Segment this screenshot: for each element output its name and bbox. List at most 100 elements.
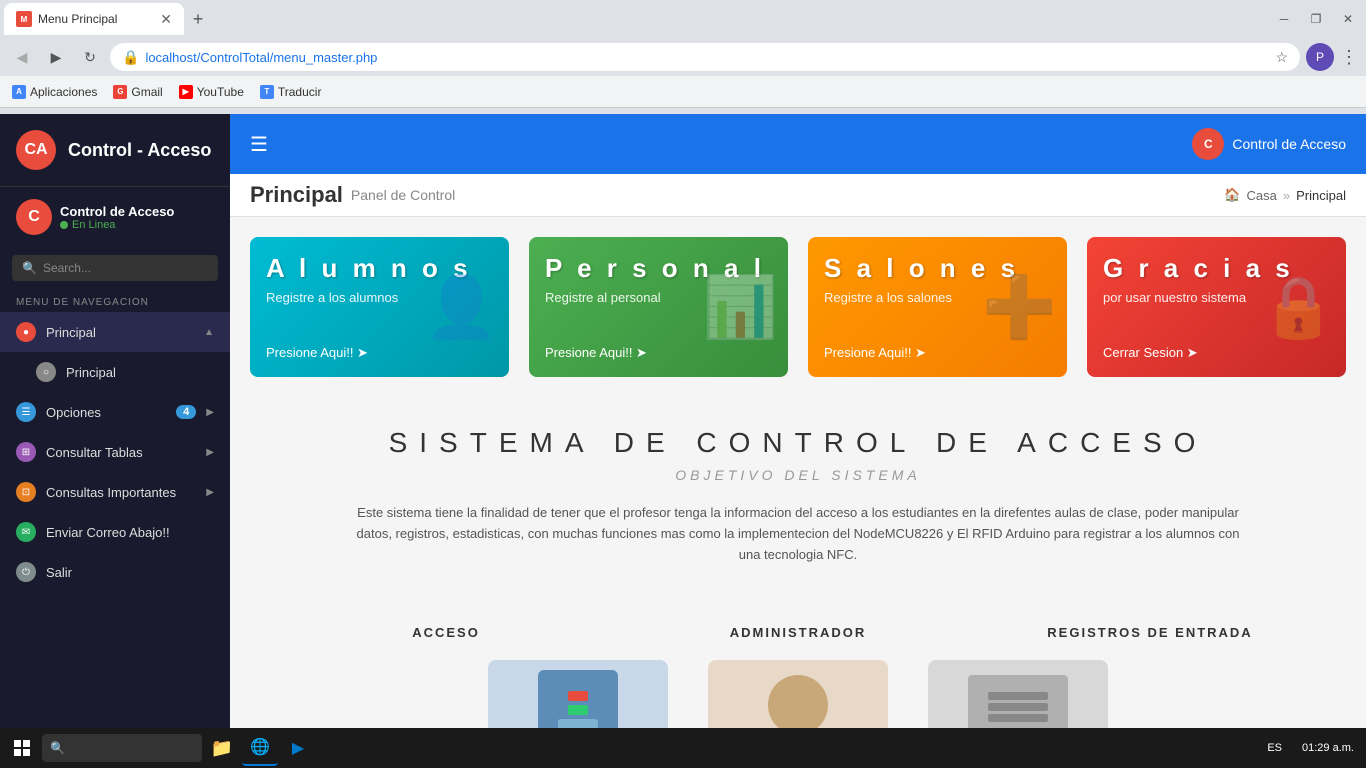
- card-gracias-action[interactable]: Cerrar Sesion ➤: [1103, 345, 1330, 361]
- sidebar-item-correo[interactable]: ✉ Enviar Correo Abajo!!: [0, 512, 230, 552]
- status-badge: En Linea: [60, 219, 214, 231]
- browser-chrome: M Menu Principal ✕ + ─ ❐ ✕ ◀ ▶ ↻ 🔒 local…: [0, 0, 1366, 114]
- more-options-button[interactable]: ⋮: [1340, 47, 1358, 68]
- sidebar-search: 🔍: [0, 247, 230, 289]
- hamburger-button[interactable]: ☰: [250, 132, 268, 157]
- bookmarks-bar: A Aplicaciones G Gmail ▶ YouTube T Tradu…: [0, 76, 1366, 108]
- back-button[interactable]: ◀: [8, 43, 36, 71]
- device-led-green: [568, 705, 588, 715]
- system-subtitle: OBJETIVO DEL SISTEMA: [270, 467, 1326, 483]
- profile-button[interactable]: P: [1306, 43, 1334, 71]
- sidebar-item-opciones[interactable]: ☰ Opciones 4 ▶: [0, 392, 230, 432]
- consultar-chevron-icon: ▶: [206, 447, 214, 458]
- card-salones-action[interactable]: Presione Aqui!! ➤: [824, 345, 1051, 361]
- windows-icon: [14, 740, 30, 756]
- bookmark-gmail[interactable]: G Gmail: [113, 85, 162, 99]
- breadcrumb-separator: »: [1283, 188, 1290, 203]
- sidebar-item-principal-parent[interactable]: ● Principal ▲: [0, 312, 230, 352]
- label-acceso: ACCESO: [270, 625, 622, 640]
- youtube-label: YouTube: [197, 85, 244, 99]
- opciones-badge: 4: [176, 405, 196, 419]
- aplicaciones-icon: A: [12, 85, 26, 99]
- breadcrumb-home-label: Casa: [1247, 188, 1277, 203]
- card-personal-action[interactable]: Presione Aqui!! ➤: [545, 345, 772, 361]
- search-input[interactable]: [43, 261, 208, 275]
- taskbar-right-section: ES 01:29 a.m.: [1259, 741, 1362, 755]
- restore-button[interactable]: ❐: [1302, 5, 1330, 33]
- traducir-label: Traducir: [278, 85, 322, 99]
- label-administrador: ADMINISTRADOR: [622, 625, 974, 640]
- app-container: CA Control - Acceso C Control de Acceso …: [0, 114, 1366, 768]
- gmail-icon: G: [113, 85, 127, 99]
- search-icon: 🔍: [22, 261, 37, 275]
- sidebar-item-salir-label: Salir: [46, 565, 214, 580]
- card-gracias[interactable]: G r a c i a s por usar nuestro sistema C…: [1087, 237, 1346, 377]
- sidebar-item-consultar-label: Consultar Tablas: [46, 445, 196, 460]
- taskbar-clock: 01:29 a.m.: [1294, 741, 1362, 755]
- chevron-down-icon: ▲: [204, 327, 214, 338]
- browser-tab-active[interactable]: M Menu Principal ✕: [4, 3, 184, 35]
- tab-close-button[interactable]: ✕: [160, 11, 172, 28]
- header-logo: C: [1192, 128, 1224, 160]
- gmail-label: Gmail: [131, 85, 162, 99]
- system-description: Este sistema tiene la finalidad de tener…: [348, 503, 1248, 565]
- avatar: C: [16, 199, 52, 235]
- card-personal[interactable]: P e r s o n a l Registre al personal Pre…: [529, 237, 788, 377]
- nav-section-label: Menu de Navegacion: [0, 289, 230, 312]
- card-alumnos-action[interactable]: Presione Aqui!! ➤: [266, 345, 493, 361]
- principal-icon: ○: [36, 362, 56, 382]
- reg-line2: [988, 703, 1048, 711]
- new-tab-button[interactable]: +: [184, 5, 212, 33]
- sidebar-item-consultas[interactable]: ⊡ Consultas Importantes ▶: [0, 472, 230, 512]
- sidebar-header: CA Control - Acceso: [0, 114, 230, 187]
- taskbar-search-icon: 🔍: [50, 741, 65, 755]
- system-info-section: SISTEMA DE CONTROL DE ACCESO OBJETIVO DE…: [230, 397, 1366, 625]
- address-text: localhost/ControlTotal/menu_master.php: [145, 50, 1269, 65]
- clock-time: 01:29 a.m.: [1302, 741, 1354, 755]
- address-bar-row: ◀ ▶ ↻ 🔒 localhost/ControlTotal/menu_mast…: [0, 38, 1366, 76]
- breadcrumb: Principal Panel de Control 🏠 Casa » Prin…: [230, 174, 1366, 217]
- reg-line1: [988, 692, 1048, 700]
- principal-parent-icon: ●: [16, 322, 36, 342]
- bookmark-youtube[interactable]: ▶ YouTube: [179, 85, 244, 99]
- bookmark-traducir[interactable]: T Traducir: [260, 85, 322, 99]
- sidebar: CA Control - Acceso C Control de Acceso …: [0, 114, 230, 768]
- username-label: Control de Acceso: [60, 204, 214, 219]
- card-salones[interactable]: S a l o n e s Registre a los salones Pre…: [808, 237, 1067, 377]
- card-alumnos[interactable]: A l u m n o s Registre a los alumnos Pre…: [250, 237, 509, 377]
- consultar-icon: ⊞: [16, 442, 36, 462]
- sidebar-item-salir[interactable]: ⏻ Salir: [0, 552, 230, 592]
- opciones-icon: ☰: [16, 402, 36, 422]
- close-button[interactable]: ✕: [1334, 5, 1362, 33]
- sidebar-item-consultas-label: Consultas Importantes: [46, 485, 196, 500]
- tab-bar: M Menu Principal ✕ + ─ ❐ ✕: [0, 0, 1366, 38]
- salir-icon: ⏻: [16, 562, 36, 582]
- taskbar-vscode-icon[interactable]: ▶: [280, 730, 316, 766]
- sidebar-item-consultar-tablas[interactable]: ⊞ Consultar Tablas ▶: [0, 432, 230, 472]
- taskbar-search-box[interactable]: 🔍: [42, 734, 202, 762]
- taskbar-explorer-icon[interactable]: 📁: [204, 730, 240, 766]
- tab-title: Menu Principal: [38, 12, 154, 26]
- taskbar-chrome-icon[interactable]: 🌐: [242, 730, 278, 766]
- refresh-button[interactable]: ↻: [76, 43, 104, 71]
- breadcrumb-left: Principal Panel de Control: [250, 182, 455, 208]
- sidebar-item-correo-label: Enviar Correo Abajo!!: [46, 525, 214, 540]
- sidebar-item-principal[interactable]: ○ Principal: [0, 352, 230, 392]
- bookmark-star-icon[interactable]: ☆: [1275, 49, 1288, 66]
- main-content: ☰ C Control de Acceso Principal Panel de…: [230, 114, 1366, 768]
- window-controls: ─ ❐ ✕: [1270, 5, 1362, 33]
- breadcrumb-subtitle: Panel de Control: [351, 187, 455, 203]
- system-tray: ES: [1259, 742, 1290, 754]
- system-title: SISTEMA DE CONTROL DE ACCESO: [270, 427, 1326, 459]
- header-left: ☰: [250, 132, 268, 157]
- correo-icon: ✉: [16, 522, 36, 542]
- salones-icon: ➕: [982, 272, 1057, 343]
- address-bar[interactable]: 🔒 localhost/ControlTotal/menu_master.php…: [110, 43, 1300, 71]
- start-button[interactable]: [4, 730, 40, 766]
- bookmark-aplicaciones[interactable]: A Aplicaciones: [12, 85, 97, 99]
- personal-icon: 📊: [703, 272, 778, 343]
- translate-icon: T: [260, 85, 274, 99]
- minimize-button[interactable]: ─: [1270, 5, 1298, 33]
- forward-button[interactable]: ▶: [42, 43, 70, 71]
- lock-icon: 🔒: [122, 49, 139, 66]
